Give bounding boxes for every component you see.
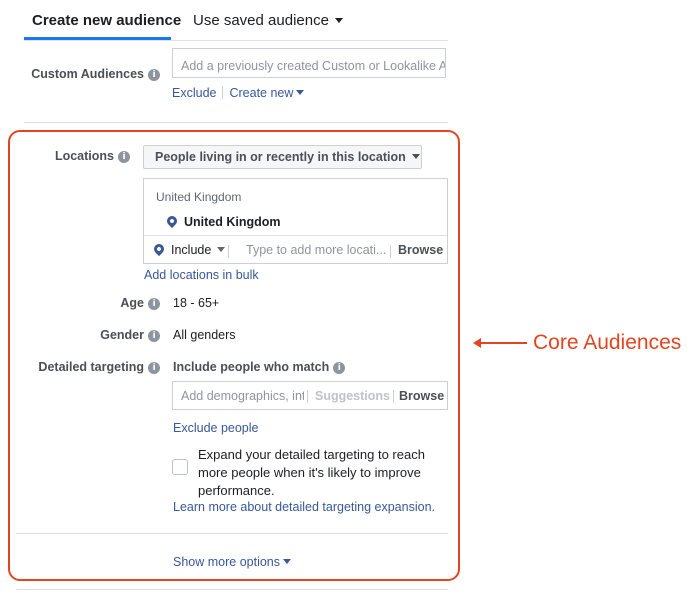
info-icon[interactable]: i [118,151,130,163]
detailed-targeting-label: Detailed targeting i [20,360,160,374]
info-icon[interactable]: i [148,69,160,81]
custom-audience-placeholder: Add a previously created Custom or Looka… [181,59,446,73]
caret-down-icon [217,247,226,252]
custom-audiences-label-text: Custom Audiences [31,67,144,81]
add-locations-bulk-link[interactable]: Add locations in bulk [144,268,259,282]
divider [307,390,308,403]
expand-targeting-checkbox[interactable] [172,459,188,475]
info-icon[interactable]: i [148,330,160,342]
locations-box: United Kingdom United Kingdom Include Ty… [143,178,448,264]
include-people-heading-text: Include people who match [173,360,330,374]
expand-targeting-text: Expand your detailed targeting to reach … [198,447,425,498]
divider [390,245,391,258]
location-group-header: United Kingdom [156,190,242,204]
divider [228,245,229,258]
locations-label-text: Locations [54,149,114,163]
tab-use-saved-audience[interactable]: Use saved audience [193,12,343,29]
learn-more-link[interactable]: Learn more about detailed targeting expa… [173,500,435,514]
location-search-input[interactable]: Type to add more locati... [246,243,386,257]
detailed-targeting-input: Add demographics, int Suggestions Browse [172,381,448,410]
gender-label-text: Gender [100,328,144,342]
create-new-link[interactable]: Create new [229,86,305,100]
include-dropdown[interactable]: Include [151,241,226,257]
age-value[interactable]: 18 - 65+ [173,296,219,310]
location-browse-button[interactable]: Browse [398,243,443,257]
custom-audience-actions: Exclude Create new [172,84,305,102]
suggestions-button[interactable]: Suggestions [315,389,390,403]
bottom-divider [16,589,448,590]
locations-box-divider [144,235,447,236]
selected-location[interactable]: United Kingdom [164,213,281,229]
tab-divider [24,40,448,41]
location-type-label: People living in or recently in this loc… [155,150,406,164]
exclude-link[interactable]: Exclude [172,86,216,100]
section-divider [24,122,448,123]
locations-label: Locations i [20,149,130,163]
info-icon[interactable]: i [333,362,346,374]
info-icon[interactable]: i [148,362,160,374]
create-new-label: Create new [229,86,294,100]
tab-use-saved-label: Use saved audience [193,12,329,29]
divider [222,86,224,99]
left-arrow-icon [473,338,527,348]
caret-down-icon [283,559,292,564]
include-label: Include [171,243,212,257]
include-people-heading: Include people who match i [173,360,346,374]
detailed-targeting-browse-button[interactable]: Browse [399,389,444,403]
custom-audience-input[interactable]: Add a previously created Custom or Looka… [172,48,446,78]
show-more-options-label: Show more options [173,555,281,569]
location-pin-icon [151,241,167,257]
age-label: Age i [20,296,160,310]
divider [393,390,394,403]
location-type-dropdown[interactable]: People living in or recently in this loc… [143,145,422,169]
tab-create-new-audience[interactable]: Create new audience [32,12,181,29]
location-pin-icon [164,213,180,229]
caret-down-icon [296,90,305,95]
info-icon[interactable]: i [148,298,160,310]
core-audiences-annotation: Core Audiences [533,331,682,354]
gender-value[interactable]: All genders [173,328,236,342]
detailed-targeting-label-text: Detailed targeting [38,360,144,374]
selected-location-label: United Kingdom [184,215,281,229]
show-more-options-button[interactable]: Show more options [173,555,292,569]
caret-down-icon [411,154,420,159]
caret-down-icon [334,18,343,23]
age-label-text: Age [120,296,144,310]
section-divider [16,533,448,534]
exclude-people-link[interactable]: Exclude people [173,421,258,435]
detailed-targeting-search[interactable]: Add demographics, int [181,389,304,403]
gender-label: Gender i [20,328,160,342]
custom-audiences-label: Custom Audiences i [20,67,160,81]
